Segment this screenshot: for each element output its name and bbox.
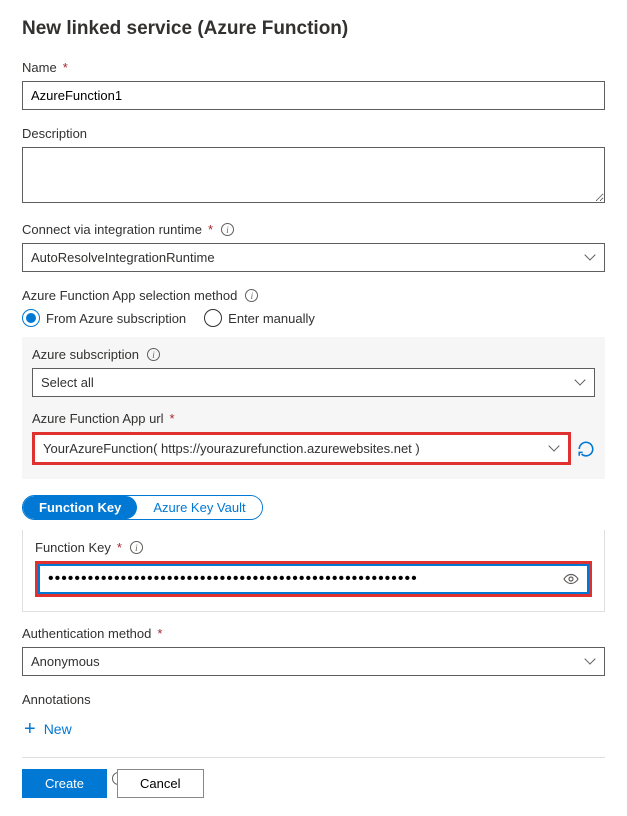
- cancel-button[interactable]: Cancel: [117, 769, 203, 798]
- name-label: Name*: [22, 60, 605, 75]
- radio-icon: [22, 309, 40, 327]
- selection-method-label: Azure Function App selection method i: [22, 288, 605, 303]
- chevron-down-icon: [586, 657, 596, 667]
- function-key-input[interactable]: [48, 570, 563, 588]
- radio-from-subscription[interactable]: From Azure subscription: [22, 309, 186, 327]
- auth-method-label: Authentication method*: [22, 626, 605, 641]
- app-url-select[interactable]: YourAzureFunction( https://yourazurefunc…: [32, 432, 571, 465]
- app-url-label: Azure Function App url*: [32, 411, 595, 426]
- info-icon[interactable]: i: [130, 541, 143, 554]
- radio-enter-manually[interactable]: Enter manually: [204, 309, 315, 327]
- radio-icon: [204, 309, 222, 327]
- subscription-select[interactable]: Select all: [32, 368, 595, 397]
- annotations-label: Annotations: [22, 692, 605, 707]
- runtime-select[interactable]: AutoResolveIntegrationRuntime: [22, 243, 605, 272]
- eye-icon[interactable]: [563, 571, 579, 587]
- chevron-down-icon: [586, 253, 596, 263]
- page-title: New linked service (Azure Function): [22, 18, 605, 40]
- info-icon[interactable]: i: [221, 223, 234, 236]
- tab-function-key[interactable]: Function Key: [23, 496, 137, 519]
- chevron-down-icon: [576, 378, 586, 388]
- tab-azure-key-vault[interactable]: Azure Key Vault: [137, 496, 261, 519]
- name-input[interactable]: [22, 81, 605, 110]
- info-icon[interactable]: i: [147, 348, 160, 361]
- refresh-icon[interactable]: [577, 440, 595, 458]
- chevron-down-icon: [550, 444, 560, 454]
- key-source-tabs: Function Key Azure Key Vault: [22, 495, 263, 520]
- function-key-label: Function Key* i: [35, 540, 592, 555]
- description-textarea[interactable]: [22, 147, 605, 203]
- plus-icon: +: [24, 719, 36, 739]
- divider: [22, 757, 605, 758]
- required-asterisk: *: [63, 60, 68, 75]
- description-label: Description: [22, 126, 605, 141]
- create-button[interactable]: Create: [22, 769, 107, 798]
- add-annotation-button[interactable]: + New: [22, 713, 605, 745]
- info-icon[interactable]: i: [245, 289, 258, 302]
- subscription-label: Azure subscription i: [32, 347, 595, 362]
- runtime-label: Connect via integration runtime* i: [22, 222, 605, 237]
- auth-method-select[interactable]: Anonymous: [22, 647, 605, 676]
